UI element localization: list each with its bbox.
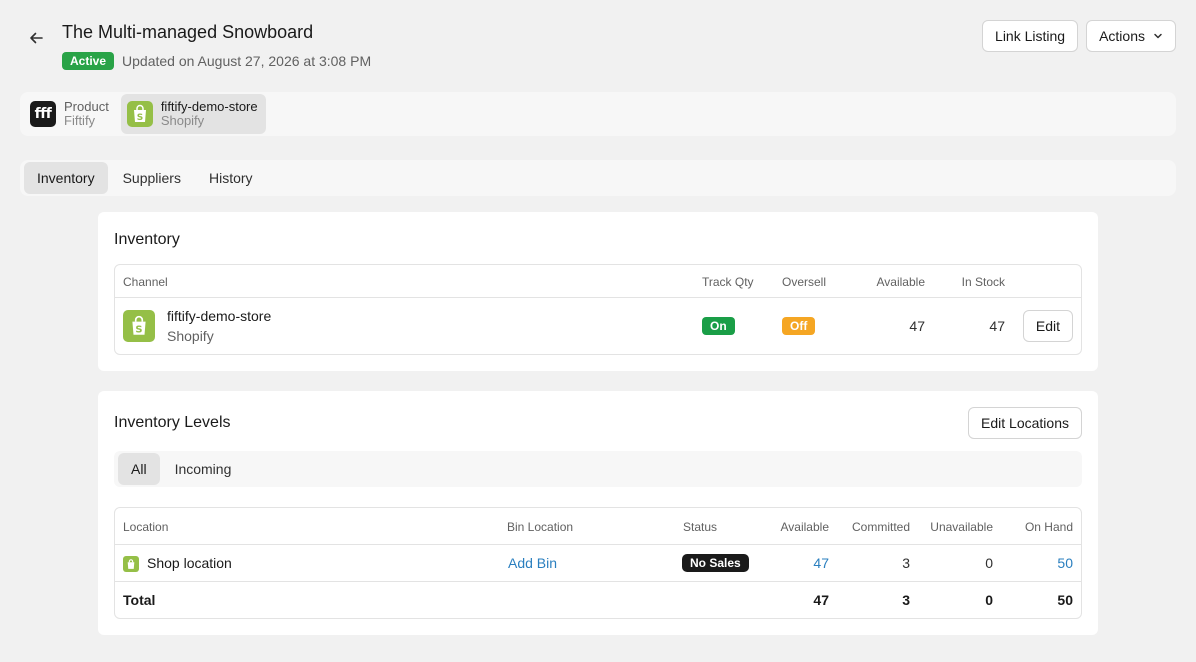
inventory-card-title: Inventory (114, 231, 180, 248)
shopify-bag-icon: S (126, 101, 153, 127)
col-available: Available (876, 275, 925, 289)
back-button[interactable] (24, 26, 48, 50)
table-header: Location Bin Location Status Available C… (115, 508, 1081, 545)
channel-name: fiftify-demo-store (160, 99, 258, 114)
track-qty-badge: On (702, 317, 735, 335)
inventory-table: Channel Track Qty Oversell Available In … (114, 264, 1082, 355)
status-badge: No Sales (682, 554, 749, 572)
col-unavailable: Unavailable (930, 520, 993, 534)
total-on-hand: 50 (1057, 592, 1073, 608)
col-oversell: Oversell (782, 275, 827, 289)
subtab-incoming[interactable]: Incoming (162, 453, 245, 485)
page-title: The Multi-managed Snowboard (62, 22, 314, 42)
total-available: 47 (813, 592, 829, 608)
col-track-qty: Track Qty (702, 275, 754, 289)
col-bin-location: Bin Location (507, 520, 574, 534)
col-location: Location (123, 520, 169, 534)
add-bin-link[interactable]: Add Bin (508, 555, 557, 571)
actions-button[interactable]: Actions (1086, 20, 1176, 52)
col-committed: Committed (851, 520, 910, 534)
col-in-stock: In Stock (961, 275, 1005, 289)
actions-label: Actions (1099, 28, 1145, 44)
page-header: The Multi-managed Snowboard Active Updat… (24, 20, 1176, 76)
chevron-down-icon (1154, 33, 1162, 39)
levels-table: Location Bin Location Status Available C… (114, 507, 1082, 619)
total-label: Total (123, 592, 156, 608)
table-row: Shop location Add Bin No Sales 47 3 0 50 (115, 545, 1081, 582)
committed-value: 3 (902, 555, 910, 571)
total-unavailable: 0 (985, 592, 993, 608)
inventory-card: Inventory Channel Track Qty Oversell Ava… (98, 212, 1098, 371)
on-hand-link[interactable]: 50 (1057, 555, 1073, 571)
channel-sub: Fiftify (64, 113, 96, 128)
available-link[interactable]: 47 (813, 555, 829, 571)
in-stock-value: 47 (989, 318, 1005, 334)
edit-locations-button[interactable]: Edit Locations (968, 407, 1082, 439)
channel-sub: Shopify (160, 113, 205, 128)
store-name: fiftify-demo-store (167, 308, 272, 324)
available-value: 47 (909, 318, 925, 334)
svg-text:S: S (137, 113, 143, 123)
shopify-bag-icon: S (123, 310, 155, 342)
header-actions: Link Listing Actions (982, 20, 1176, 52)
fiftify-logo-icon: fff (30, 101, 56, 127)
col-available: Available (780, 520, 829, 534)
oversell-badge: Off (782, 317, 816, 335)
status-row: Active Updated on August 27, 2026 at 3:0… (62, 52, 371, 70)
channel-tab-shopify[interactable]: S fiftify-demo-store Shopify (120, 94, 266, 134)
shopify-bag-icon (123, 556, 139, 572)
tab-suppliers[interactable]: Suppliers (110, 162, 194, 194)
table-header: Channel Track Qty Oversell Available In … (115, 265, 1081, 298)
col-status: Status (683, 520, 718, 534)
col-on-hand: On Hand (1024, 520, 1073, 534)
col-channel: Channel (123, 275, 168, 289)
table-row: S fiftify-demo-store Shopify On Off 47 4… (115, 298, 1081, 354)
store-platform: Shopify (167, 328, 214, 344)
main-tabs: Inventory Suppliers History (20, 160, 1176, 196)
link-listing-button[interactable]: Link Listing (982, 20, 1079, 52)
updated-timestamp: Updated on August 27, 2026 at 3:08 PM (122, 53, 372, 69)
svg-text:S: S (135, 325, 142, 336)
subtab-all[interactable]: All (118, 453, 160, 485)
total-committed: 3 (902, 592, 910, 608)
channel-switcher: fff Product Fiftify S fiftify-demo-store… (20, 92, 1176, 136)
tab-inventory[interactable]: Inventory (24, 162, 108, 194)
status-badge: Active (62, 52, 115, 70)
inventory-levels-card: Inventory Levels Edit Locations All Inco… (98, 391, 1098, 635)
tab-history[interactable]: History (196, 162, 266, 194)
location-name: Shop location (147, 555, 232, 571)
levels-subtabs: All Incoming (114, 451, 1082, 487)
total-row: Total 47 3 0 50 (115, 582, 1081, 618)
unavailable-value: 0 (985, 555, 993, 571)
arrow-left-icon (30, 32, 43, 44)
channel-tab-product[interactable]: fff Product Fiftify (24, 94, 117, 134)
edit-button[interactable]: Edit (1022, 310, 1073, 342)
channel-name: Product (64, 99, 109, 114)
levels-card-title: Inventory Levels (114, 414, 231, 431)
